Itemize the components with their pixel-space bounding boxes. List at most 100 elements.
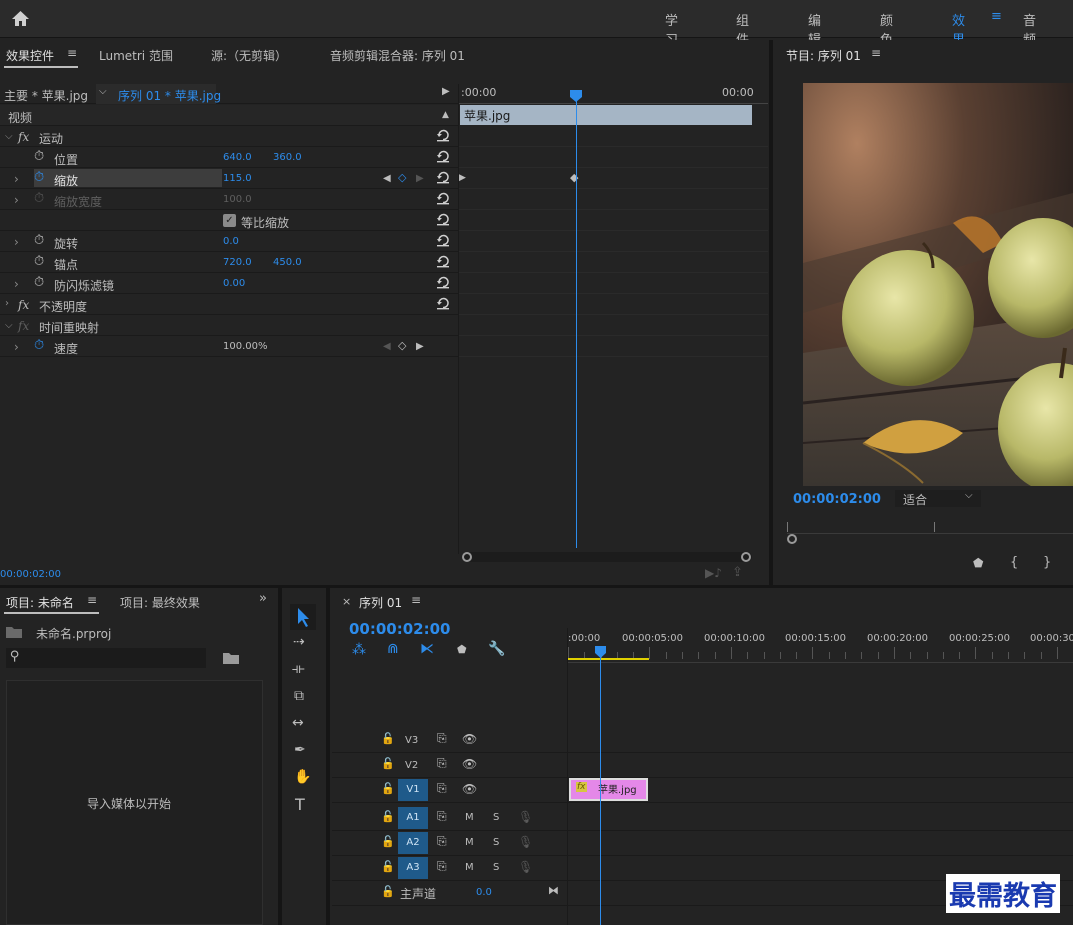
stopwatch-icon[interactable]: ⏱ [34,233,44,248]
expand-icon[interactable]: ⌵ [5,320,13,331]
track-target-v1[interactable]: V1 [398,779,428,801]
linked-selection-icon[interactable]: ⋒ [387,641,399,657]
lock-icon[interactable]: 🔓 [381,860,395,873]
scroll-handle-right[interactable] [741,552,751,562]
tab-sequence[interactable]: 序列 01 [359,594,402,611]
param-anchor-point[interactable]: ⏱ 锚点 720.0 450.0 [0,252,458,273]
lock-icon[interactable]: 🔓 [381,885,395,898]
prev-keyframe-icon[interactable]: ◀ [383,341,391,352]
solo-button[interactable]: S [493,812,499,823]
reset-icon[interactable] [436,275,450,289]
tab-lumetri-scopes[interactable]: Lumetri 范围 [99,47,173,64]
effects-timecode[interactable]: 00:00:02:00 [0,569,61,580]
panel-menu-icon[interactable]: ≡ [67,46,77,60]
keyframe-diamond[interactable]: ◆ [570,171,578,184]
lock-icon[interactable]: 🔓 [381,757,395,770]
param-rotation[interactable]: › ⏱ 旋转 0.0 [0,231,458,252]
anchor-x[interactable]: 720.0 [223,257,252,268]
sync-lock-icon[interactable]: ⎘ [437,781,447,796]
effect-opacity[interactable]: › fx 不透明度 [0,294,458,315]
mini-timeline-clip[interactable]: 苹果.jpg [460,105,752,125]
scale-value[interactable]: 115.0 [223,173,252,184]
reset-icon[interactable] [436,149,450,163]
prev-keyframe-icon[interactable]: ◀ [383,173,391,184]
rotation-value[interactable]: 0.0 [223,236,239,247]
anchor-y[interactable]: 450.0 [273,257,302,268]
track-v3[interactable]: 🔓 V3 ⎘ 👁 [332,728,1073,753]
pen-tool-icon[interactable]: ✒ [294,742,306,758]
stopwatch-icon-active[interactable]: ⏱ [34,170,44,185]
add-keyframe-icon[interactable]: ◇ [398,339,406,352]
hand-tool-icon[interactable]: ✋ [294,769,311,785]
position-y[interactable]: 360.0 [273,152,302,163]
solo-button[interactable]: S [493,862,499,873]
track-select-tool-icon[interactable]: ⇢ [293,634,305,650]
chevron-right-icon[interactable]: › [14,193,19,207]
chevron-right-icon[interactable]: › [14,172,19,186]
program-video-frame[interactable] [803,83,1073,486]
mute-button[interactable]: M [465,812,474,823]
clip-selector[interactable]: ⌵ 序列 01 * 苹果.jpg [96,84,221,104]
add-marker-icon[interactable]: ⬟ [973,556,983,570]
mark-out-icon[interactable]: } [1043,555,1051,570]
scroll-handle-left[interactable] [462,552,472,562]
panel-menu-icon[interactable]: ≡ [411,593,421,607]
master-volume[interactable]: 0.0 [476,887,492,898]
tab-effect-controls[interactable]: 效果控件 [6,47,54,64]
collapse-up-icon[interactable]: ▲ [442,110,449,120]
position-x[interactable]: 640.0 [223,152,252,163]
next-keyframe-icon[interactable]: ▶ [416,341,424,352]
stopwatch-icon[interactable]: ⏱ [34,275,44,290]
chevron-right-icon[interactable]: › [14,340,19,354]
snap-icon[interactable]: ⁂ [352,642,366,658]
tab-audio-clip-mixer[interactable]: 音频剪辑混合器: 序列 01 [330,47,465,64]
chevron-right-icon[interactable]: › [5,298,9,309]
next-keyframe-icon[interactable]: ▶ [416,173,424,184]
more-tabs-icon[interactable]: » [259,591,267,606]
effect-motion[interactable]: ⌵ fx 运动 [0,126,458,147]
tab-source[interactable]: 源:（无剪辑） [211,47,287,64]
eye-icon[interactable]: 👁 [462,732,477,746]
reset-icon[interactable] [436,212,450,226]
close-tab-icon[interactable]: × [342,595,351,608]
ripple-edit-tool-icon[interactable]: ⟛ [292,661,305,677]
program-title[interactable]: 节目: 序列 01 [786,47,861,64]
play-audio-icon[interactable]: ▶♪ [705,566,722,580]
program-scroll-handle[interactable] [787,534,797,544]
track-target-a2[interactable]: A2 [398,832,428,854]
param-position[interactable]: ⏱ 位置 640.0 360.0 [0,147,458,168]
fx-icon[interactable]: fx [18,298,29,312]
reset-icon[interactable] [436,233,450,247]
expand-icon[interactable]: ⌵ [5,131,13,142]
mini-timeline-scrollbar[interactable] [462,552,752,562]
lock-icon[interactable]: 🔓 [381,835,395,848]
track-target-a1[interactable]: A1 [398,807,428,829]
project-search-input[interactable]: ⚲ [6,648,206,668]
new-bin-icon[interactable] [223,652,239,664]
workspace-menu-icon[interactable]: ≡ [991,9,1002,24]
mute-button[interactable]: M [465,837,474,848]
stopwatch-icon[interactable]: ⏱ [34,149,44,164]
reset-icon[interactable] [436,128,450,142]
work-area-bar[interactable] [568,658,649,660]
speed-value[interactable]: 100.00% [223,341,268,352]
eye-icon[interactable]: 👁 [462,757,477,771]
track-target-a3[interactable]: A3 [398,857,428,879]
fx-icon[interactable]: fx [18,130,29,144]
lock-icon[interactable]: 🔓 [381,782,395,795]
track-a1[interactable]: 🔓 A1 ⎘ M S 🎙 [332,806,1073,831]
keyframe-nav-icon[interactable]: ▶ [459,173,466,183]
effect-time-remap[interactable]: ⌵ fx 时间重映射 [0,315,458,336]
tab-project-untitled[interactable]: 项目: 未命名 [6,594,74,611]
chevron-right-icon[interactable]: › [14,235,19,249]
reset-icon[interactable] [436,254,450,268]
solo-button[interactable]: S [493,837,499,848]
panel-menu-icon[interactable]: ≡ [871,46,881,60]
reset-icon[interactable] [436,191,450,205]
track-v1[interactable]: 🔓 V1 ⎘ 👁 [332,778,1073,803]
uniform-scale-checkbox[interactable]: ✓ [223,214,236,227]
param-speed[interactable]: › ⏱ 速度 100.00% ◀ ◇ ▶ [0,336,458,357]
fit-dropdown[interactable]: 适合 ⌵ [895,490,981,507]
sync-lock-icon[interactable]: ⎘ [437,834,447,849]
export-icon[interactable]: ⇪ [732,565,743,580]
